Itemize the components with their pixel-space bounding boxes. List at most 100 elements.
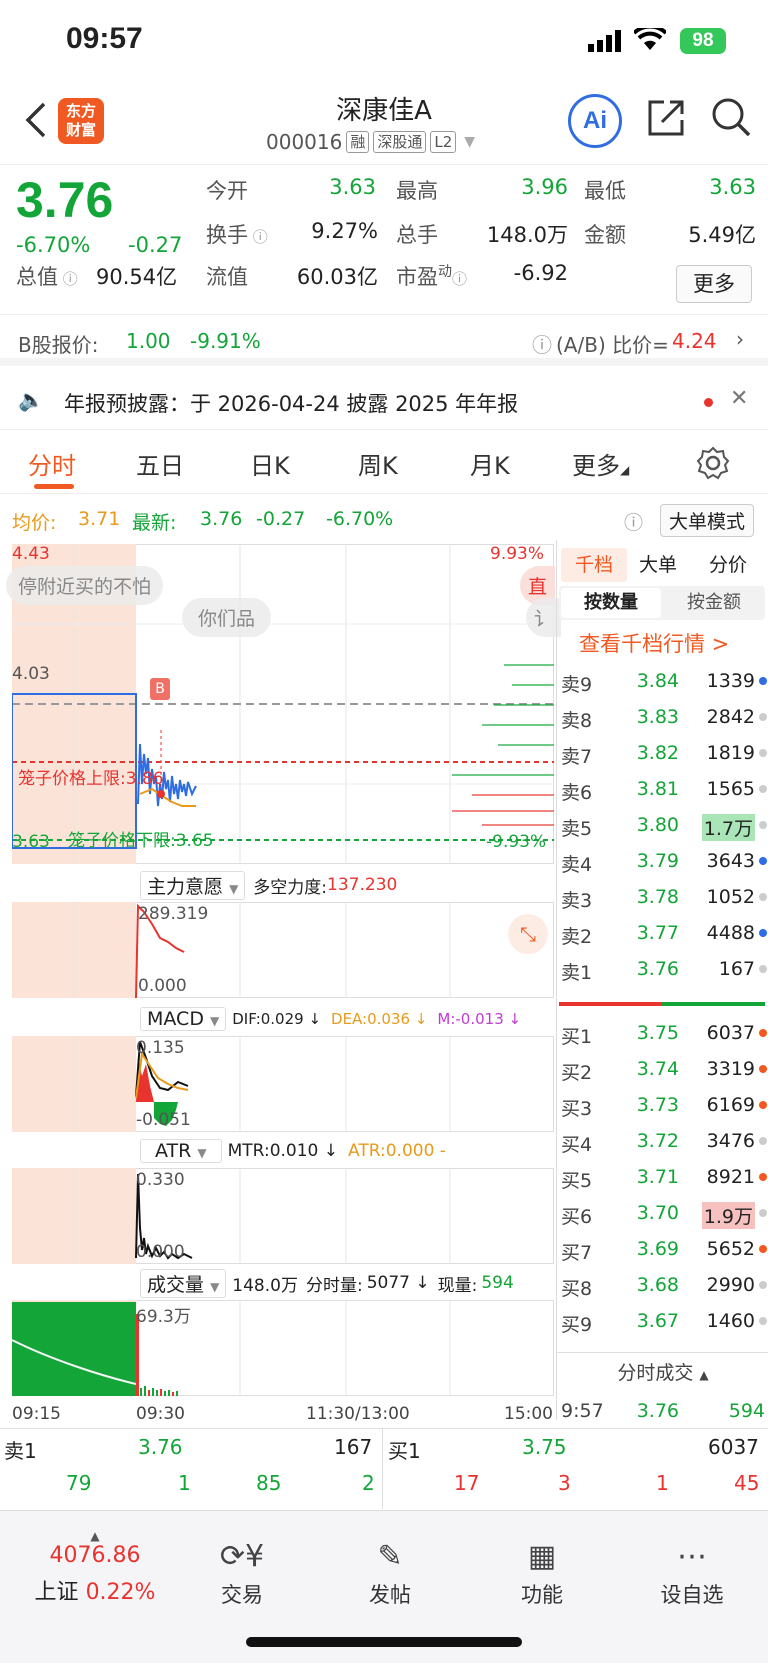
intraday-chart[interactable]: 4.43 9.93% 4.03 3.63 -9.93% 笼子价格上限:3.86 … — [0, 540, 562, 1440]
order-dot — [759, 929, 767, 937]
unread-dot — [704, 398, 713, 407]
ab-ratio-label: (A/B) 比价= — [556, 333, 669, 357]
bid-row[interactable]: 买5 3.71 8921 — [557, 1158, 768, 1194]
order-dot — [759, 713, 767, 721]
b-share-row[interactable]: B股报价: 1.00 -9.91% ⓘ (A/B) 比价= 4.24 › — [0, 314, 768, 366]
nav-watchlist[interactable]: ⋯ 设自选 — [632, 1539, 752, 1609]
more-dots-icon: ⋯ — [677, 1539, 707, 1574]
lower-limit-label: 笼子价格下限:3.65 — [68, 826, 214, 851]
indicator1-select[interactable]: 主力意愿 ▼ — [140, 870, 246, 900]
ask-row[interactable]: 卖1 3.76 167 — [557, 950, 768, 986]
indicator2-select[interactable]: MACD ▼ — [140, 1007, 227, 1031]
bid-row[interactable]: 买3 3.73 6169 — [557, 1086, 768, 1122]
ai-button[interactable]: Ai — [568, 94, 622, 148]
book-subtab-qty[interactable]: 按数量 — [561, 588, 661, 618]
ask-row[interactable]: 卖6 3.81 1565 — [557, 770, 768, 806]
sell-pressure-bar — [559, 1002, 661, 1006]
tab-month-k[interactable]: 月K — [470, 446, 510, 481]
nav-functions[interactable]: ▦ 功能 — [482, 1539, 602, 1609]
nav-trade[interactable]: ⟳¥ 交易 — [182, 1539, 302, 1609]
bid-label: 买8 — [561, 1278, 593, 1300]
volume-now-value: 594 — [481, 1273, 514, 1293]
bid-volume: 1.9万 — [701, 1202, 755, 1229]
stock-code-row[interactable]: 000016 融 深股通 L2 ▼ — [266, 130, 475, 154]
volume-total: 148.0万 — [232, 1275, 298, 1296]
ask-row[interactable]: 卖4 3.79 3643 — [557, 842, 768, 878]
tab-week-k[interactable]: 周K — [358, 446, 398, 481]
change-amount: -0.27 — [128, 233, 183, 257]
ask-row[interactable]: 卖5 3.80 1.7万 — [557, 806, 768, 842]
bid-price: 3.71 — [636, 1166, 679, 1188]
ticks-header[interactable]: 分时成交 ▲ — [557, 1352, 768, 1392]
tab-five-day[interactable]: 五日 — [136, 446, 184, 481]
bid-row[interactable]: 买4 3.72 3476 — [557, 1122, 768, 1158]
indicator1-min: 0.000 — [138, 976, 187, 996]
tab-intraday[interactable]: 分时 — [28, 446, 76, 481]
divider — [382, 1429, 383, 1509]
ask-row[interactable]: 卖7 3.82 1819 — [557, 734, 768, 770]
book-tab-big[interactable]: 大单 — [639, 548, 677, 582]
info-icon[interactable]: ⓘ — [58, 270, 78, 288]
depth-link[interactable]: 查看千档行情 > — [579, 628, 729, 658]
ask-queue-num: 2 — [362, 1471, 375, 1495]
nav-post[interactable]: ✎ 发帖 — [330, 1539, 450, 1609]
book-tab-price[interactable]: 分价 — [709, 548, 747, 582]
settings-icon[interactable] — [696, 446, 730, 480]
ask-row[interactable]: 卖8 3.83 2842 — [557, 698, 768, 734]
ask-row[interactable]: 卖2 3.77 4488 — [557, 914, 768, 950]
indicator3-header: ATR ▼ MTR:0.010 ↓ ATR:0.000 - — [140, 1136, 446, 1166]
order-dot — [759, 857, 767, 865]
indicator4-select[interactable]: 成交量 ▼ — [140, 1268, 227, 1298]
chevron-up-icon: ▲ — [90, 1529, 100, 1543]
share-icon[interactable] — [646, 98, 686, 138]
bid-volume: 8921 — [706, 1166, 755, 1188]
book-tab-depth[interactable]: 千档 — [561, 548, 627, 582]
help-icon[interactable]: ⓘ — [532, 329, 552, 358]
ask-row[interactable]: 卖3 3.78 1052 — [557, 878, 768, 914]
pe-label-text: 市盈 — [396, 265, 438, 289]
amount-label: 金额 — [584, 223, 626, 247]
help-icon[interactable]: ⓘ — [624, 508, 643, 535]
signal-icon — [588, 30, 621, 52]
indicator1-name: 主力意愿 — [147, 875, 224, 898]
comment-bubble[interactable]: 停附近买的不怕 — [6, 566, 164, 605]
turnover-label: 换手 ⓘ — [206, 219, 268, 249]
bid-row[interactable]: 买2 3.74 3319 — [557, 1050, 768, 1086]
chart-tabs: 分时 五日 日K 周K 月K 更多◢ — [0, 432, 768, 494]
info-icon[interactable]: ⓘ — [452, 270, 467, 288]
ask-row[interactable]: 卖9 3.84 1339 — [557, 662, 768, 698]
bid-row[interactable]: 买7 3.69 5652 — [557, 1230, 768, 1266]
bid-row[interactable]: 买8 3.68 2990 — [557, 1266, 768, 1302]
tick-time: 9:57 — [561, 1400, 604, 1422]
ask-price: 3.84 — [636, 670, 679, 692]
bid-label: 买6 — [561, 1206, 593, 1228]
pct-axis-bottom: -9.93% — [486, 832, 547, 852]
buy-marker[interactable]: B — [150, 678, 170, 700]
volume-now-label: 现量: — [437, 1275, 478, 1296]
indicator3-select[interactable]: ATR ▼ — [140, 1139, 222, 1163]
ask-volume: 3643 — [706, 850, 755, 872]
notice-bar[interactable]: 🔈 年报预披露：于 2026-04-24 披露 2025 年年报 ✕ — [0, 374, 768, 430]
b-share-pct: -9.91% — [190, 329, 261, 353]
volume-label: 总手 — [396, 223, 438, 247]
bid-queue-num: 17 — [454, 1471, 480, 1495]
ask-label: 卖7 — [561, 746, 593, 768]
ask-price: 3.78 — [636, 886, 679, 908]
tab-more[interactable]: 更多◢ — [572, 446, 629, 481]
order-dot — [759, 1173, 767, 1181]
book-subtab-amount[interactable]: 按金额 — [665, 588, 763, 618]
more-button[interactable]: 更多 — [676, 265, 752, 303]
big-order-mode-button[interactable]: 大单模式 — [660, 504, 755, 537]
index-ticker[interactable]: ▲ 4076.86 上证 0.22% — [20, 1529, 170, 1606]
comment-bubble[interactable]: 你们品 — [182, 598, 272, 637]
time-axis-close: 15:00 — [504, 1404, 553, 1424]
tab-day-k[interactable]: 日K — [250, 446, 290, 481]
close-icon[interactable]: ✕ — [730, 386, 748, 411]
search-icon[interactable] — [710, 96, 752, 138]
bid-row[interactable]: 买9 3.67 1460 — [557, 1302, 768, 1338]
info-icon[interactable]: ⓘ — [248, 228, 268, 246]
bid-row[interactable]: 买6 3.70 1.9万 — [557, 1194, 768, 1230]
bid-row[interactable]: 买1 3.75 6037 — [557, 1014, 768, 1050]
expand-icon[interactable]: ⤡ — [508, 914, 548, 954]
b-share-label: B股报价: — [18, 333, 99, 357]
